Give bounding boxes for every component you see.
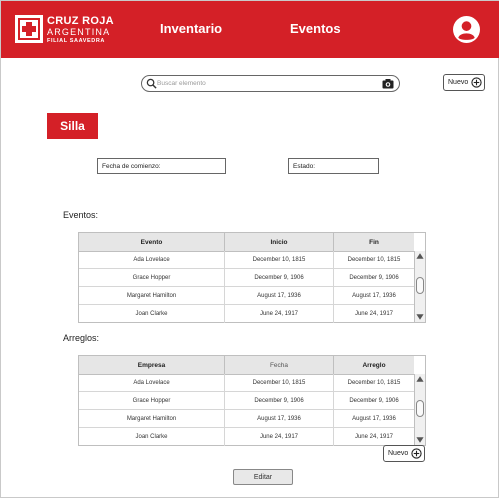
events-col-fin[interactable]: Fin — [334, 233, 414, 251]
table-cell: August 17, 1936 — [225, 287, 334, 305]
red-cross-logo-icon — [15, 15, 43, 43]
camera-icon[interactable] — [382, 78, 394, 89]
table-row[interactable]: Grace Hopper December 9, 1906 December 9… — [79, 269, 414, 287]
repairs-col-fecha[interactable]: Fecha — [225, 356, 334, 374]
table-cell: December 9, 1906 — [349, 398, 399, 404]
events-label: Eventos: — [63, 210, 99, 220]
table-cell: June 24, 1917 — [354, 434, 394, 440]
table-cell: Joan Clarke — [79, 428, 225, 446]
item-title: Silla — [47, 113, 98, 139]
scroll-thumb[interactable] — [416, 400, 424, 417]
start-date-field[interactable]: Fecha de comienzo: — [97, 158, 226, 174]
table-cell: June 24, 1917 — [225, 428, 334, 446]
repairs-col-arreglo[interactable]: Arreglo — [334, 356, 414, 374]
table-cell: December 10, 1815 — [347, 257, 401, 263]
table-row[interactable]: Joan Clarke June 24, 1917 June 24, 1917 — [79, 305, 414, 323]
events-table-header: Evento Inicio Fin — [79, 233, 414, 252]
table-row[interactable]: Grace Hopper December 9, 1906 December 9… — [79, 392, 414, 410]
table-cell: Margaret Hamilton — [79, 287, 225, 305]
logo-line-1: CRUZ ROJA — [47, 15, 114, 27]
table-cell: Ada Lovelace — [79, 374, 225, 392]
nav-eventos[interactable]: Eventos — [290, 21, 341, 36]
table-cell: December 10, 1815 — [225, 374, 334, 392]
table-cell: August 17, 1936 — [352, 416, 396, 422]
table-row[interactable]: Margaret Hamilton August 17, 1936 August… — [79, 287, 414, 305]
top-header: CRUZ ROJA ARGENTINA FILIAL SAAVEDRA Inve… — [1, 1, 499, 58]
repairs-table: Empresa Fecha Arreglo Ada Lovelace Decem… — [78, 355, 426, 446]
table-cell: December 9, 1906 — [349, 275, 399, 281]
new-element-button[interactable]: Nuevo — [443, 74, 485, 91]
table-cell: Grace Hopper — [79, 392, 225, 410]
scroll-down-arrow-icon[interactable] — [416, 314, 424, 320]
table-cell: Grace Hopper — [79, 269, 225, 287]
repairs-table-header: Empresa Fecha Arreglo — [79, 356, 414, 375]
search-input[interactable] — [155, 76, 379, 91]
table-cell: August 17, 1936 — [225, 410, 334, 428]
logo-line-2: ARGENTINA — [47, 27, 111, 37]
scroll-thumb[interactable] — [416, 277, 424, 294]
table-cell: June 24, 1917 — [354, 311, 394, 317]
logo-line-3: FILIAL SAAVEDRA — [47, 38, 105, 44]
scroll-up-arrow-icon[interactable] — [416, 376, 424, 382]
logo-text: CRUZ ROJA ARGENTINA FILIAL SAAVEDRA — [47, 16, 114, 45]
table-row[interactable]: Margaret Hamilton August 17, 1936 August… — [79, 410, 414, 428]
plus-circle-icon — [471, 77, 482, 88]
table-cell: December 9, 1906 — [225, 392, 334, 410]
table-row[interactable]: Ada Lovelace December 10, 1815 December … — [79, 251, 414, 269]
repairs-col-empresa[interactable]: Empresa — [79, 356, 225, 374]
table-row[interactable]: Ada Lovelace December 10, 1815 December … — [79, 374, 414, 392]
edit-button[interactable]: Editar — [233, 469, 293, 485]
table-row[interactable]: Joan Clarke June 24, 1917 June 24, 1917 — [79, 428, 414, 446]
search-bar[interactable] — [141, 75, 400, 92]
scroll-up-arrow-icon[interactable] — [416, 253, 424, 259]
table-cell: Ada Lovelace — [79, 251, 225, 269]
table-cell: December 10, 1815 — [225, 251, 334, 269]
new-element-label: Nuevo — [448, 79, 469, 86]
events-table: Evento Inicio Fin Ada Lovelace December … — [78, 232, 426, 323]
user-avatar-icon[interactable] — [453, 16, 480, 43]
events-scrollbar[interactable] — [414, 251, 425, 322]
status-field[interactable]: Estado: — [288, 158, 379, 174]
scroll-down-arrow-icon[interactable] — [416, 437, 424, 443]
repairs-label: Arreglos: — [63, 333, 100, 343]
table-cell: June 24, 1917 — [225, 305, 334, 323]
table-cell: December 10, 1815 — [347, 380, 401, 386]
events-col-inicio[interactable]: Inicio — [225, 233, 334, 251]
table-cell: Joan Clarke — [79, 305, 225, 323]
table-cell: August 17, 1936 — [352, 293, 396, 299]
nav-inventario[interactable]: Inventario — [160, 21, 222, 36]
table-cell: Margaret Hamilton — [79, 410, 225, 428]
table-cell: December 9, 1906 — [225, 269, 334, 287]
events-col-evento[interactable]: Evento — [79, 233, 225, 251]
new-repair-label: Nuevo — [388, 450, 409, 457]
plus-circle-icon — [411, 448, 422, 459]
repairs-scrollbar[interactable] — [414, 374, 425, 445]
new-repair-button[interactable]: Nuevo — [383, 445, 425, 462]
